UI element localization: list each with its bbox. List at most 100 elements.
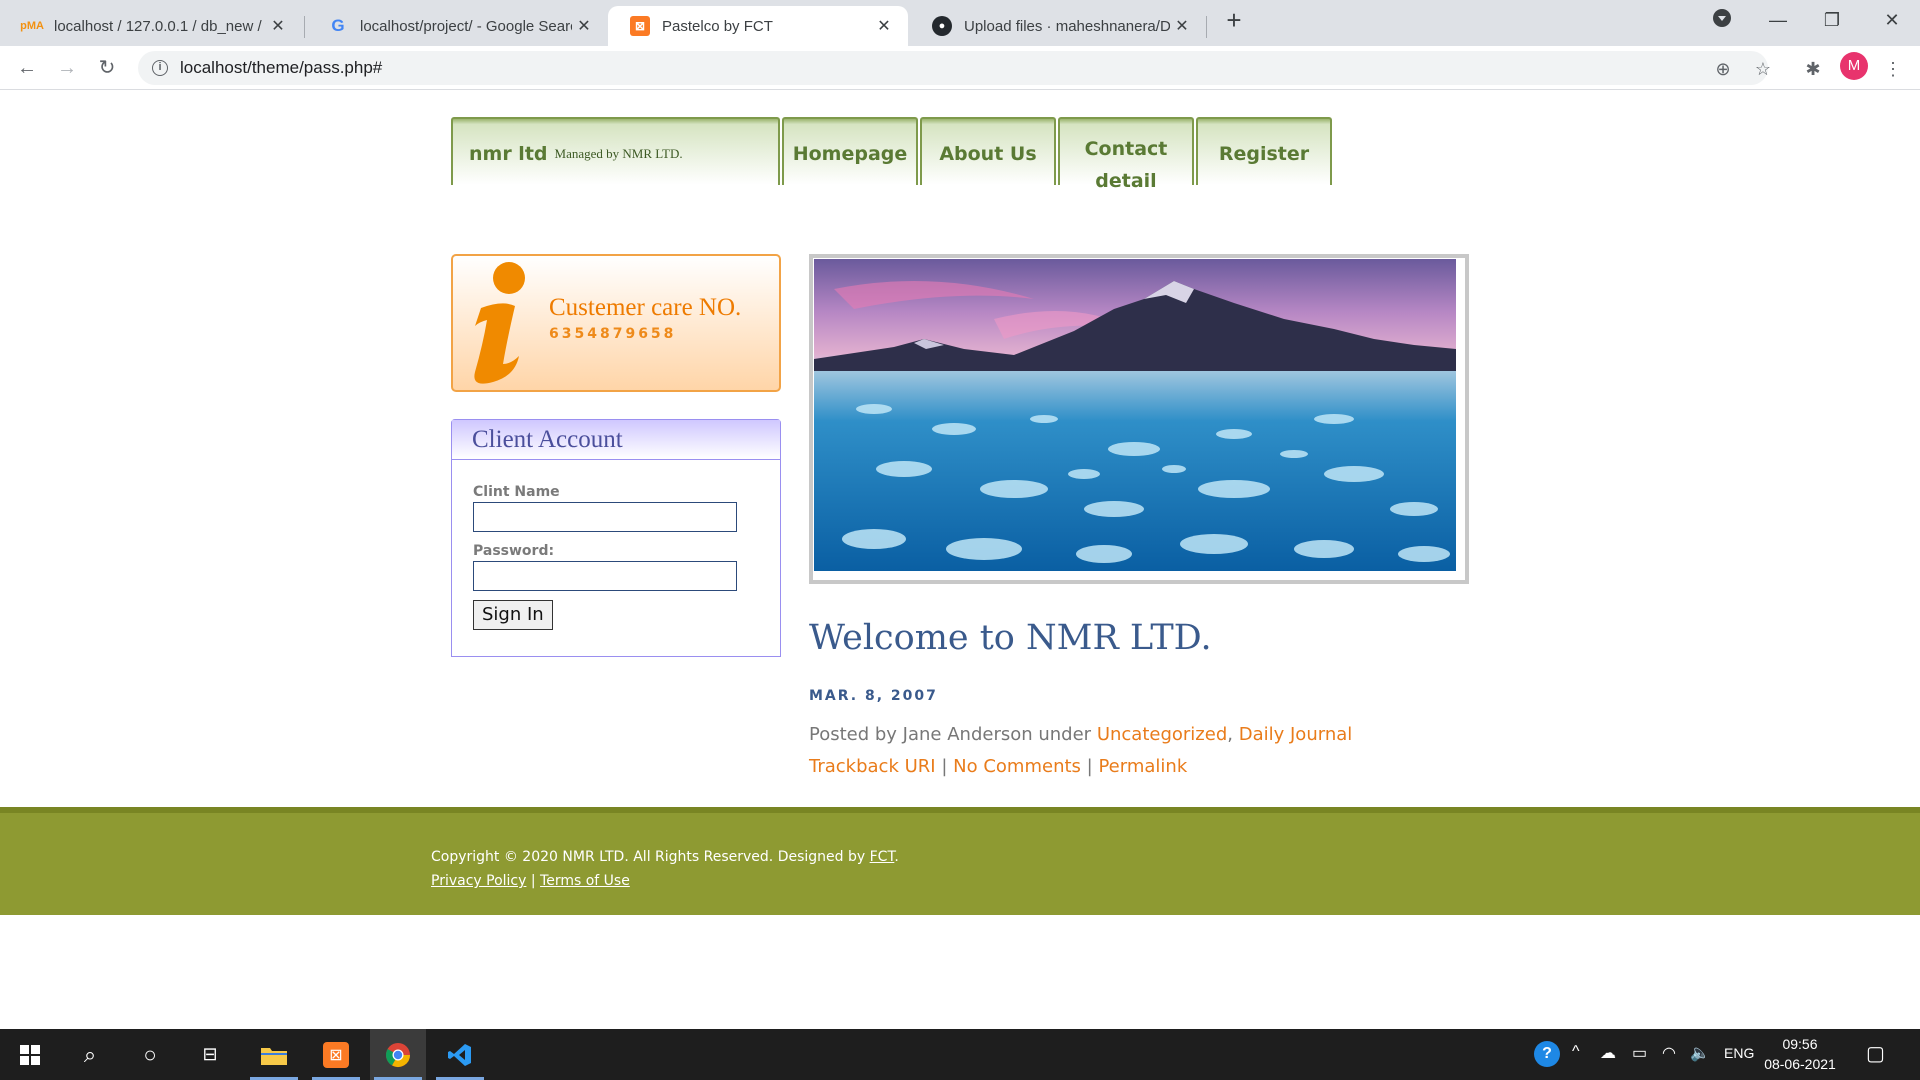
close-icon[interactable]: ✕	[1170, 16, 1194, 36]
designer-link[interactable]: FCT	[870, 849, 895, 865]
tab-phpmyadmin[interactable]: pMA localhost / 127.0.0.1 / db_new / t ✕	[0, 6, 302, 46]
hero-image	[809, 254, 1469, 584]
customer-care-box: Custemer care NO. 6354879658	[451, 254, 781, 392]
password-label: Password:	[473, 543, 555, 559]
tab-google-search[interactable]: G localhost/project/ - Google Searc ✕	[306, 6, 608, 46]
close-icon[interactable]: ✕	[266, 16, 290, 36]
volume-icon[interactable]: 🔈	[1690, 1043, 1710, 1063]
client-name-label: Clint Name	[473, 484, 560, 500]
xampp-icon: ⊠	[630, 16, 650, 36]
client-account-title: Client Account	[452, 420, 780, 460]
back-button[interactable]: ←	[12, 54, 42, 82]
site-brand[interactable]: nmr ltd Managed by NMR LTD.	[451, 117, 780, 185]
post-meta: Posted by Jane Anderson under Uncategori…	[809, 724, 1352, 745]
browser-toolbar: ← → ↻ i localhost/theme/pass.php# ⊕ ☆ ✱ …	[0, 46, 1920, 90]
nav-about-us-label: About Us	[939, 143, 1037, 165]
comments-link[interactable]: No Comments	[953, 756, 1081, 777]
tab-strip: pMA localhost / 127.0.0.1 / db_new / t ✕…	[0, 0, 1920, 46]
clock-time: 09:56	[1782, 1036, 1818, 1052]
file-explorer-icon[interactable]	[246, 1029, 302, 1080]
nav-homepage[interactable]: Homepage	[782, 117, 918, 185]
info-icon[interactable]: i	[152, 60, 168, 76]
nav-detail-label: detail	[1095, 170, 1157, 192]
github-icon: ●	[932, 16, 952, 36]
permalink-link[interactable]: Permalink	[1098, 756, 1187, 777]
nav-register[interactable]: Register	[1196, 117, 1332, 185]
menu-icon[interactable]: ⋮	[1880, 56, 1906, 82]
tab-separator	[1206, 16, 1207, 38]
profile-avatar[interactable]: M	[1840, 52, 1868, 80]
cortana-icon[interactable]: ○	[122, 1029, 178, 1080]
brand-name: nmr ltd	[469, 143, 548, 165]
link-separator: |	[941, 756, 948, 777]
url-text[interactable]: localhost/theme/pass.php#	[180, 58, 382, 78]
nav-homepage-label: Homepage	[792, 143, 908, 165]
onedrive-icon[interactable]: ☁	[1600, 1043, 1616, 1063]
category-separator: ,	[1227, 724, 1233, 745]
reload-button[interactable]: ↻	[92, 54, 122, 82]
vscode-taskbar-icon[interactable]	[432, 1029, 488, 1080]
copyright-period: .	[894, 849, 899, 865]
zoom-icon[interactable]: ⊕	[1710, 56, 1736, 82]
tab-separator	[304, 16, 305, 38]
copyright-text: Copyright © 2020 NMR LTD. All Rights Res…	[431, 849, 866, 865]
client-name-input[interactable]	[473, 502, 737, 532]
nav-about-us[interactable]: About Us	[920, 117, 1056, 185]
tab-search-icon[interactable]	[1702, 8, 1742, 36]
google-icon: G	[331, 16, 345, 35]
trackback-link[interactable]: Trackback URI	[809, 756, 936, 777]
frozen-lake-mountain-image	[814, 259, 1456, 571]
password-input[interactable]	[473, 561, 737, 591]
care-title: Custemer care NO.	[549, 294, 742, 321]
minimize-button[interactable]: —	[1758, 6, 1798, 34]
category-daily-journal-link[interactable]: Daily Journal	[1239, 724, 1353, 745]
sign-in-button[interactable]: Sign In	[473, 600, 553, 630]
category-uncategorized-link[interactable]: Uncategorized	[1097, 724, 1227, 745]
windows-start-icon[interactable]	[2, 1029, 58, 1080]
windows-taskbar: ⌕ ○ ⊟ ⊠ ? ^ ☁ ▭ ◠ 🔈 ENG 09:56 08-06-2021…	[0, 1029, 1920, 1080]
close-icon[interactable]: ✕	[572, 16, 596, 36]
terms-of-use-link[interactable]: Terms of Use	[540, 873, 630, 889]
notifications-icon[interactable]: ▢	[1866, 1041, 1885, 1066]
care-number: 6354879658	[549, 326, 677, 342]
footer-copyright: Copyright © 2020 NMR LTD. All Rights Res…	[431, 849, 899, 865]
post-title: Welcome to NMR LTD.	[809, 618, 1212, 658]
footer-links: Privacy Policy | Terms of Use	[431, 873, 630, 889]
tab-pastelco[interactable]: ⊠ Pastelco by FCT ✕	[608, 6, 908, 46]
address-bar[interactable]: i localhost/theme/pass.php#	[138, 51, 1768, 85]
privacy-policy-link[interactable]: Privacy Policy	[431, 873, 526, 889]
help-icon[interactable]: ?	[1534, 1041, 1560, 1067]
language-indicator[interactable]: ENG	[1724, 1045, 1754, 1061]
site-navigation: nmr ltd Managed by NMR LTD. Homepage Abo…	[451, 117, 1334, 192]
nav-contact-detail[interactable]: Contact detail	[1058, 117, 1194, 192]
system-clock[interactable]: 09:56 08-06-2021	[1760, 1034, 1840, 1074]
info-i-icon	[474, 262, 525, 384]
close-window-button[interactable]: ✕	[1872, 6, 1912, 34]
battery-icon[interactable]: ▭	[1632, 1043, 1647, 1063]
link-separator: |	[1086, 756, 1093, 777]
tab-github-upload[interactable]: ● Upload files · maheshnanera/Day ✕	[910, 6, 1206, 46]
web-page: nmr ltd Managed by NMR LTD. Homepage Abo…	[0, 91, 1920, 1029]
client-account-box: Client Account Clint Name Password: Sign…	[451, 419, 781, 657]
bookmark-star-icon[interactable]: ☆	[1750, 56, 1776, 82]
wifi-icon[interactable]: ◠	[1662, 1043, 1676, 1063]
forward-button[interactable]: →	[52, 54, 82, 82]
posted-by-text: Posted by Jane Anderson under	[809, 724, 1092, 745]
xampp-taskbar-icon[interactable]: ⊠	[308, 1029, 364, 1080]
new-tab-button[interactable]: +	[1214, 6, 1254, 34]
clock-date: 08-06-2021	[1764, 1056, 1836, 1072]
nav-register-label: Register	[1218, 143, 1310, 165]
footer-separator: |	[530, 873, 536, 889]
post-links: Trackback URI | No Comments | Permalink	[809, 756, 1187, 777]
close-icon[interactable]: ✕	[872, 16, 896, 36]
restore-button[interactable]: ❐	[1812, 6, 1852, 34]
task-view-icon[interactable]: ⊟	[182, 1029, 238, 1080]
phpmyadmin-icon: pMA	[20, 20, 44, 32]
nav-contact-label: Contact	[1084, 138, 1168, 160]
search-icon[interactable]: ⌕	[62, 1029, 118, 1080]
chrome-taskbar-icon[interactable]	[370, 1029, 426, 1080]
post-date: MAR. 8, 2007	[809, 688, 938, 704]
brand-tagline: Managed by NMR LTD.	[554, 146, 683, 161]
show-hidden-icons-icon[interactable]: ^	[1572, 1043, 1580, 1061]
extensions-icon[interactable]: ✱	[1800, 56, 1826, 82]
